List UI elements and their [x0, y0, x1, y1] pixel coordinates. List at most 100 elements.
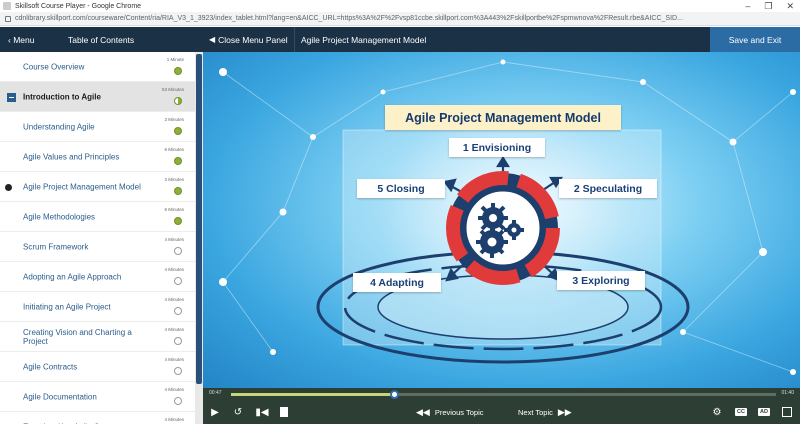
toc-item-duration: 4 Minutes: [164, 387, 184, 392]
toc-item-label: Initiating an Agile Project: [23, 302, 111, 311]
toc-item[interactable]: Creating Vision and Charting a Project 4 …: [0, 322, 195, 352]
settings-button[interactable]: ⚙: [711, 405, 723, 419]
toc-item-label: Agile Contracts: [23, 362, 78, 371]
progress-bar[interactable]: [231, 390, 776, 399]
toc-item-label: Scrum Framework: [23, 242, 89, 251]
next-topic-button[interactable]: Next Topic ▶▶: [518, 405, 572, 419]
slide-artwork: [219, 59, 796, 375]
volume-button[interactable]: ▮◀: [255, 405, 269, 419]
browser-window-title: Skillsoft Course Player - Google Chrome: [15, 2, 142, 10]
audio-description-button[interactable]: AD: [757, 405, 771, 419]
menu-label: Menu: [13, 35, 35, 45]
total-time: 01:40: [781, 390, 794, 396]
toc-item[interactable]: Introduction to Agile 53 Minutes: [0, 82, 195, 112]
completion-status-icon: [174, 397, 182, 405]
replay-icon: ↺: [233, 406, 243, 418]
close-window-icon[interactable]: ✕: [786, 1, 794, 12]
completion-status-icon: [174, 307, 182, 315]
close-menu-panel-button[interactable]: ◀ Close Menu Panel: [209, 27, 294, 52]
previous-topic-label: Previous Topic: [434, 407, 484, 417]
toc-item-duration: 53 Minutes: [161, 87, 184, 92]
toc-item[interactable]: Exercise: Key Agile Concepts4 Minutes: [0, 412, 195, 424]
phase-envisioning: 1 Envisioning: [449, 138, 545, 157]
toc-item-duration: 4 Minutes: [164, 267, 184, 272]
transcript-button[interactable]: [278, 405, 290, 419]
fullscreen-button[interactable]: [780, 405, 794, 419]
minimize-icon[interactable]: –: [745, 1, 750, 12]
play-button[interactable]: ▶: [209, 405, 221, 419]
completion-status-icon: [174, 217, 182, 225]
toc-item[interactable]: Agile Project Management Model 3 Minutes: [0, 172, 195, 202]
current-topic-icon: [5, 184, 12, 191]
progress-fill: [231, 393, 395, 396]
toc-item[interactable]: Agile Documentation 4 Minutes: [0, 382, 195, 412]
completion-status-icon: [174, 157, 182, 165]
slide-stage: Agile Project Management Model 1 Envisio…: [203, 52, 800, 388]
fullscreen-icon: [782, 407, 792, 417]
toc-item-duration: 4 Minutes: [164, 357, 184, 362]
save-and-exit-button[interactable]: Save and Exit: [710, 27, 800, 52]
toc-item[interactable]: Understanding Agile 3 Minutes: [0, 112, 195, 142]
ad-icon: AD: [758, 408, 770, 416]
collapse-icon[interactable]: [7, 93, 16, 102]
toc-item-label: Adopting an Agile Approach: [23, 272, 122, 281]
completion-status-icon: [174, 187, 182, 195]
replay-button[interactable]: ↺: [231, 405, 245, 419]
phase-closing: 5 Closing: [357, 179, 445, 198]
toc-item-label: Creating Vision and Charting a Project: [23, 327, 132, 346]
toc-item-duration: 4 Minutes: [164, 237, 184, 242]
triangle-left-icon: ◀: [209, 35, 216, 44]
completion-status-icon: [174, 247, 182, 255]
completion-status-icon: [174, 337, 182, 345]
toc-item[interactable]: Course Overview 1 Minute: [0, 52, 195, 82]
toc-item[interactable]: Agile Methodologies 6 Minutes: [0, 202, 195, 232]
toc-item[interactable]: Agile Values and Principles 6 Minutes: [0, 142, 195, 172]
player-controls: 00:47 01:40 ▶ ↺ ▮◀ ◀◀ Previous Topic Nex…: [203, 388, 800, 424]
toc-item[interactable]: Scrum Framework 4 Minutes: [0, 232, 195, 262]
close-panel-label: Close Menu Panel: [218, 34, 288, 45]
toc-sidebar: Course Overview 1 Minute Introduction to A…: [0, 52, 203, 424]
toc-item-duration: 6 Minutes: [164, 147, 184, 152]
document-icon: [280, 407, 288, 417]
previous-topic-button[interactable]: ◀◀ Previous Topic: [416, 405, 483, 419]
diagram-title: Agile Project Management Model: [385, 105, 621, 130]
url-text: cdnlibrary.skillport.com/courseware/Cont…: [15, 15, 683, 22]
scrollbar-thumb[interactable]: [196, 54, 202, 384]
phase-speculating: 2 Speculating: [559, 179, 657, 198]
toc-item[interactable]: Adopting an Agile Approach 4 Minutes: [0, 262, 195, 292]
play-icon: ▶: [211, 406, 219, 418]
toc-item-duration: 4 Minutes: [164, 417, 184, 422]
completion-status-icon: [174, 367, 182, 375]
skillsoft-favicon-icon: [3, 2, 11, 10]
progress-scrubber[interactable]: [390, 390, 399, 399]
completion-status-icon: [174, 277, 182, 285]
next-topic-label: Next Topic: [518, 407, 553, 417]
toc-item-duration: 4 Minutes: [164, 297, 184, 302]
completion-status-icon: [174, 97, 182, 105]
toc-item[interactable]: Initiating an Agile Project 4 Minutes: [0, 292, 195, 322]
toc-item[interactable]: Agile Contracts 4 Minutes: [0, 352, 195, 382]
rewind-icon: ◀◀: [416, 406, 430, 417]
toc-item-duration: 3 Minutes: [164, 117, 184, 122]
toc-scrollbar[interactable]: [195, 52, 203, 424]
toc-item-label: Agile Project Management Model: [23, 182, 141, 191]
completion-status-icon: [174, 67, 182, 75]
menu-button[interactable]: ‹ Menu: [8, 35, 34, 45]
address-bar[interactable]: cdnlibrary.skillport.com/courseware/Cont…: [0, 12, 800, 26]
course-header: ‹ Menu Table of Contents ◀ Close Menu Pa…: [0, 27, 800, 52]
gear-icon: ⚙: [712, 406, 722, 418]
closed-captions-button[interactable]: CC: [734, 405, 748, 419]
toc-item-label: Introduction to Agile: [23, 92, 101, 101]
lock-icon: [5, 15, 11, 22]
completion-status-icon: [174, 127, 182, 135]
toc-item-duration: 1 Minute: [166, 57, 184, 62]
course-title: Agile Project Management Model: [294, 27, 426, 52]
toc-item-duration: 3 Minutes: [164, 177, 184, 182]
toc-item-label: Understanding Agile: [23, 122, 95, 131]
toc-heading: Table of Contents: [68, 35, 135, 45]
window-controls: – ❐ ✕: [745, 1, 800, 12]
toc-item-label: Agile Methodologies: [23, 212, 96, 221]
fast-forward-icon: ▶▶: [557, 406, 572, 417]
restore-icon[interactable]: ❐: [764, 1, 772, 12]
browser-title-bar: Skillsoft Course Player - Google Chrome …: [0, 0, 800, 12]
